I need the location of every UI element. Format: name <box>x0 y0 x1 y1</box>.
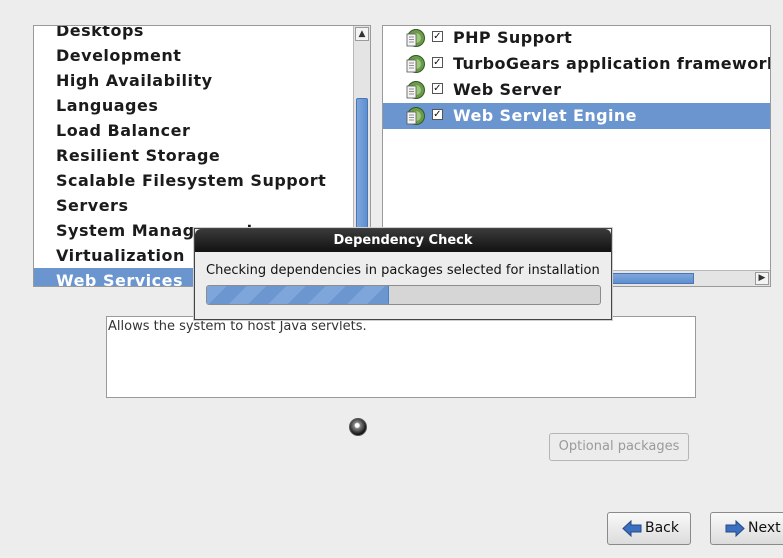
next-arrow-icon <box>725 520 745 537</box>
category-item[interactable]: Development <box>34 43 352 68</box>
package-group-icon <box>406 107 425 125</box>
progress-bar <box>206 285 601 305</box>
package-label: Web Server <box>453 80 562 99</box>
package-group-icon <box>406 29 425 47</box>
busy-spinner-icon <box>349 418 367 436</box>
group-description: Allows the system to host Java servlets. <box>106 316 696 398</box>
back-button-label: Back <box>645 520 679 536</box>
category-item[interactable]: Scalable Filesystem Support <box>34 168 352 193</box>
next-button[interactable]: Next <box>710 512 783 545</box>
dependency-check-dialog: Dependency Check Checking dependencies i… <box>194 228 612 320</box>
package-checkbox[interactable]: ✓ <box>432 109 443 120</box>
package-label: Web Servlet Engine <box>453 106 637 125</box>
package-item[interactable]: ✓ Web Server <box>383 77 770 103</box>
package-item[interactable]: ✓ TurboGears application framework <box>383 51 770 77</box>
dialog-title: Dependency Check <box>195 229 611 252</box>
package-item[interactable]: ✓ Web Servlet Engine <box>383 103 770 129</box>
scroll-right-arrow-icon[interactable]: ▶ <box>755 272 769 285</box>
package-group-icon <box>406 81 425 99</box>
package-checkbox[interactable]: ✓ <box>432 83 443 94</box>
optional-packages-button[interactable]: Optional packages <box>549 433 689 461</box>
category-item[interactable]: Languages <box>34 93 352 118</box>
package-checkbox[interactable]: ✓ <box>432 31 443 42</box>
package-checkbox[interactable]: ✓ <box>432 57 443 68</box>
category-item[interactable]: High Availability <box>34 68 352 93</box>
category-item[interactable]: Load Balancer <box>34 118 352 143</box>
scroll-up-arrow-icon[interactable]: ▲ <box>355 27 369 41</box>
package-group-icon <box>406 55 425 73</box>
package-label: PHP Support <box>453 28 573 47</box>
category-item[interactable]: Resilient Storage <box>34 143 352 168</box>
package-label: TurboGears application framework <box>453 54 771 73</box>
back-button[interactable]: Back <box>607 512 691 545</box>
next-button-label: Next <box>748 520 781 536</box>
category-item[interactable]: Desktops <box>34 26 352 43</box>
dialog-message: Checking dependencies in packages select… <box>206 263 600 278</box>
category-item[interactable]: Servers <box>34 193 352 218</box>
package-item[interactable]: ✓ PHP Support <box>383 26 770 51</box>
back-arrow-icon <box>622 520 642 537</box>
progress-bar-fill <box>207 286 389 304</box>
